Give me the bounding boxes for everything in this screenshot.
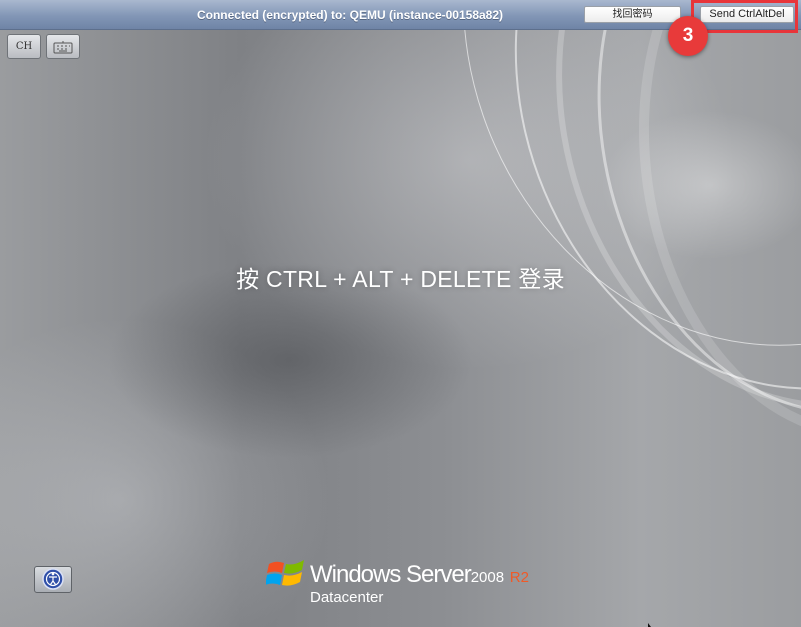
product-name: Windows Server2008 R2 [310, 561, 529, 589]
product-edition: Datacenter [310, 589, 384, 606]
light-streak [610, 30, 801, 461]
product-release: R2 [509, 569, 529, 586]
light-streak [436, 30, 801, 460]
light-streak [552, 30, 801, 451]
ease-of-access-button[interactable] [34, 566, 72, 593]
mouse-cursor-icon [648, 623, 651, 627]
windows-flag-icon [266, 560, 304, 586]
product-title: Windows Server [310, 561, 472, 588]
annotation-highlight-box [691, 0, 798, 33]
product-version: 2008 [470, 569, 505, 586]
recover-password-button[interactable]: 找回密码 [584, 6, 681, 23]
remote-desktop[interactable]: 按 CTRL + ALT + DELETE 登录 [0, 30, 801, 627]
ease-of-access-icon [42, 568, 64, 590]
on-screen-keyboard-button[interactable] [46, 34, 80, 59]
login-prompt: 按 CTRL + ALT + DELETE 登录 [236, 266, 565, 292]
keyboard-icon [53, 41, 73, 54]
light-streak [493, 30, 801, 463]
input-method-label: CH [15, 41, 33, 52]
windows-server-branding: Windows Server2008 R2 Datacenter [266, 552, 556, 612]
light-streak [363, 30, 801, 439]
input-method-button[interactable]: CH [7, 34, 41, 59]
light-glow [600, 110, 801, 260]
annotation-step-badge: 3 [668, 16, 708, 56]
